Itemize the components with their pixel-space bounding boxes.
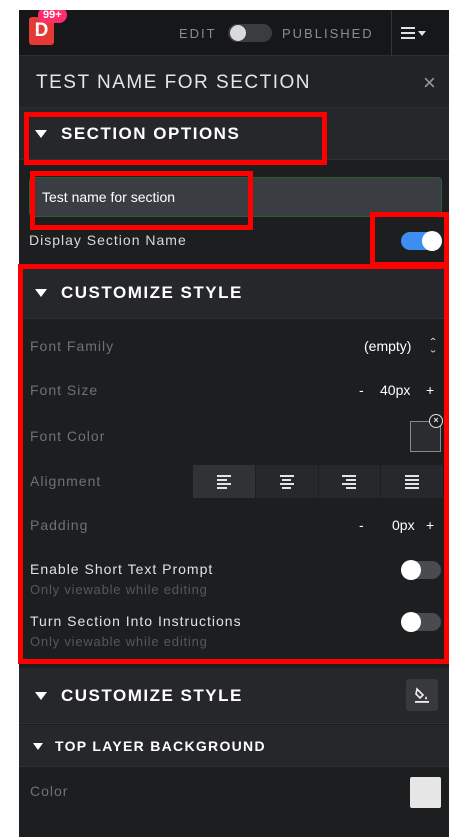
section-options-header[interactable]: SECTION OPTIONS	[19, 108, 449, 160]
published-mode-label: PUBLISHED	[282, 26, 374, 41]
chevron-down-icon	[418, 30, 426, 36]
padding-increase-button[interactable]: +	[426, 517, 434, 533]
right-align-icon	[342, 474, 357, 489]
padding-decrease-button[interactable]: -	[359, 517, 364, 533]
instructions-label: Turn Section Into Instructions	[30, 613, 242, 629]
top-bar: D 99+ EDIT PUBLISHED	[19, 10, 449, 56]
align-justify-button[interactable]	[381, 465, 443, 498]
toggle-knob	[401, 560, 421, 580]
top-layer-background-title: TOP LAYER BACKGROUND	[55, 738, 266, 754]
justify-align-icon	[405, 474, 420, 489]
edit-mode-label: EDIT	[179, 26, 217, 41]
font-family-select[interactable]: (empty) ⌃ ⌄	[364, 336, 444, 358]
align-left-button[interactable]	[193, 465, 256, 498]
display-section-name-label: Display Section Name	[29, 232, 187, 248]
top-layer-background-header[interactable]: TOP LAYER BACKGROUND	[19, 725, 449, 767]
font-family-label: Font Family	[30, 338, 115, 354]
section-name-input[interactable]	[29, 177, 442, 217]
section-settings-panel: D 99+ EDIT PUBLISHED TEST NAME FOR SECTI…	[19, 10, 449, 837]
left-align-icon	[216, 474, 231, 489]
panel-title-bar: TEST NAME FOR SECTION ×	[19, 56, 449, 108]
toggle-knob	[230, 25, 246, 41]
hamburger-icon	[401, 27, 415, 39]
collapse-triangle-icon	[33, 743, 43, 750]
customize-style-header[interactable]: CUSTOMIZE STYLE	[19, 267, 449, 319]
toggle-knob	[401, 612, 421, 632]
align-center-button[interactable]	[255, 465, 319, 498]
select-stepper-icon: ⌃ ⌄	[428, 337, 438, 355]
collapse-triangle-icon	[35, 130, 47, 138]
collapse-triangle-icon	[35, 692, 47, 700]
alignment-label: Alignment	[30, 473, 102, 489]
instructions-toggle[interactable]	[401, 612, 441, 632]
display-section-name-toggle[interactable]	[401, 231, 442, 251]
short-text-prompt-toggle[interactable]	[401, 560, 441, 580]
align-right-button[interactable]	[318, 465, 382, 498]
customize-style-title: CUSTOMIZE STYLE	[61, 283, 243, 302]
toggle-knob	[422, 231, 442, 251]
background-color-swatch[interactable]	[410, 777, 441, 808]
clear-color-icon[interactable]: ×	[429, 414, 443, 428]
font-color-label: Font Color	[30, 428, 106, 444]
customize-style-header-2[interactable]: CUSTOMIZE STYLE	[19, 668, 449, 724]
paint-bucket-icon	[415, 687, 429, 703]
font-size-decrease-button[interactable]: -	[359, 382, 364, 398]
main-menu-button[interactable]	[401, 22, 441, 44]
font-family-value: (empty)	[364, 338, 412, 354]
menu-divider	[391, 10, 392, 56]
panel-title: TEST NAME FOR SECTION	[36, 72, 312, 93]
short-text-prompt-hint: Only viewable while editing	[30, 582, 208, 597]
center-align-icon	[279, 474, 294, 489]
font-size-label: Font Size	[30, 382, 99, 398]
section-options-title: SECTION OPTIONS	[61, 124, 241, 143]
logo-letter: D	[34, 20, 49, 41]
close-icon[interactable]: ×	[423, 70, 436, 96]
short-text-prompt-label: Enable Short Text Prompt	[30, 561, 214, 577]
alignment-button-group	[193, 465, 443, 498]
notification-badge[interactable]: 99+	[38, 10, 67, 23]
instructions-hint: Only viewable while editing	[30, 634, 208, 649]
collapse-triangle-icon	[35, 289, 47, 297]
background-color-label: Color	[30, 783, 69, 799]
edit-publish-toggle[interactable]	[228, 24, 272, 42]
paint-bucket-button[interactable]	[406, 679, 438, 711]
font-size-increase-button[interactable]: +	[426, 382, 434, 398]
customize-style-title-2: CUSTOMIZE STYLE	[61, 686, 243, 705]
padding-label: Padding	[30, 517, 89, 533]
padding-value[interactable]: 0px	[392, 517, 415, 533]
font-size-value[interactable]: 40px	[380, 382, 410, 398]
